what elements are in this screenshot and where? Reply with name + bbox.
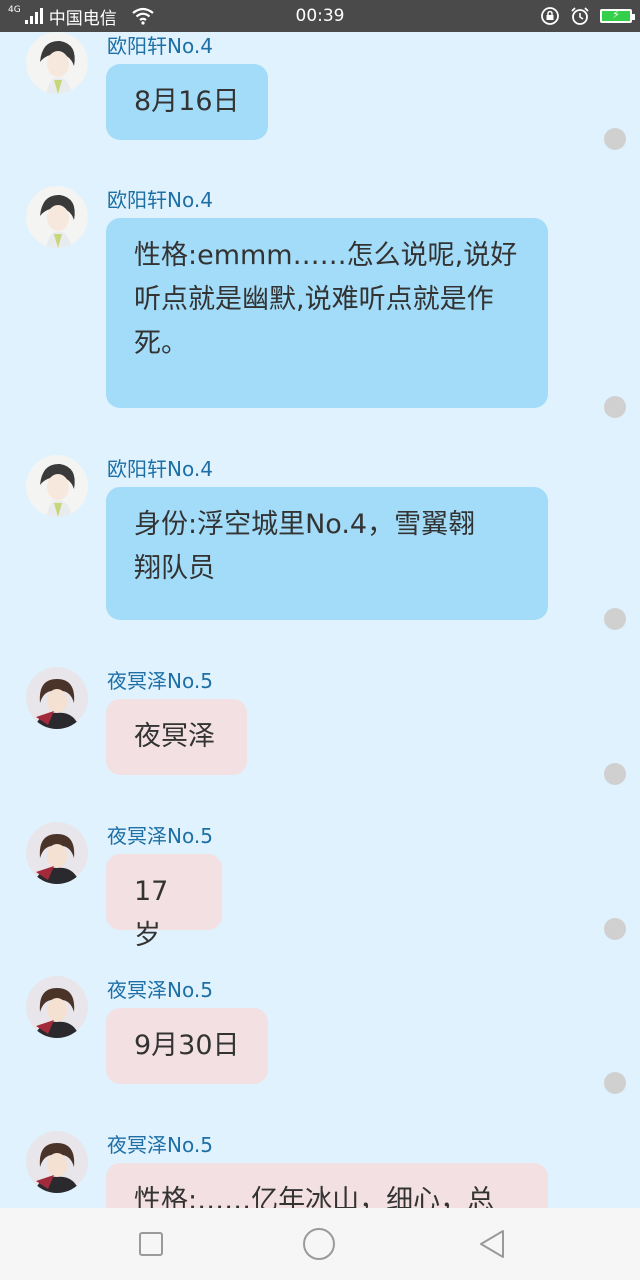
sender-name: 欧阳轩No.4: [107, 188, 213, 212]
status-dot: [604, 608, 626, 630]
sender-name: 夜冥泽No.5: [107, 824, 213, 848]
message-text: 17岁: [134, 876, 169, 951]
status-dot: [604, 763, 626, 785]
back-icon[interactable]: [478, 1229, 506, 1259]
navigation-bar: [0, 1208, 640, 1280]
home-icon[interactable]: [303, 1228, 335, 1260]
avatar[interactable]: [26, 32, 88, 94]
message-text-line: 死。: [134, 328, 188, 359]
status-dot: [604, 918, 626, 940]
message-bubble[interactable]: 9月30日: [106, 1008, 268, 1084]
avatar[interactable]: [26, 1131, 88, 1193]
sender-name: 欧阳轩No.4: [107, 457, 213, 481]
message-text-line: 翔队员: [134, 553, 215, 584]
sender-name: 夜冥泽No.5: [107, 1133, 213, 1157]
message-bubble[interactable]: 性格:emmm……怎么说呢,说好 听点就是幽默,说难听点就是作 死。: [106, 218, 548, 408]
message-text: 性格:……亿年冰山，细心，总: [134, 1185, 495, 1208]
message-text-line: 性格:emmm……怎么说呢,说好: [134, 240, 518, 271]
sender-name: 夜冥泽No.5: [107, 669, 213, 693]
chat-message-list[interactable]: 欧阳轩No.4 8月16日 欧阳轩No.4 性格:emmm……怎么说呢,说好 听…: [0, 32, 640, 1208]
recent-apps-icon[interactable]: [139, 1232, 163, 1256]
message-bubble[interactable]: 17岁: [106, 854, 222, 951]
message-text: 8月16日: [134, 86, 240, 117]
avatar[interactable]: [26, 976, 88, 1038]
message-bubble[interactable]: 夜冥泽: [106, 699, 247, 775]
battery-charging-icon: ⚡: [600, 8, 635, 23]
avatar[interactable]: [26, 667, 88, 729]
avatar[interactable]: [26, 186, 88, 248]
message-text: 夜冥泽: [134, 721, 215, 752]
status-dot: [604, 128, 626, 150]
lock-rotation-icon: [541, 7, 559, 25]
message-bubble[interactable]: 身份:浮空城里No.4，雪翼翱 翔队员: [106, 487, 548, 620]
message-text-line: 听点就是幽默,说难听点就是作: [134, 284, 494, 315]
status-dot: [604, 396, 626, 418]
status-right: ⚡: [540, 0, 635, 32]
message-text: 9月30日: [134, 1030, 240, 1061]
avatar[interactable]: [26, 455, 88, 517]
message-bubble[interactable]: 性格:……亿年冰山，细心，总: [106, 1163, 548, 1208]
sender-name: 夜冥泽No.5: [107, 978, 213, 1002]
alarm-icon: [571, 7, 589, 25]
message-text-line: 身份:浮空城里No.4，雪翼翱: [134, 509, 476, 540]
sender-name: 欧阳轩No.4: [107, 34, 213, 58]
status-dot: [604, 1072, 626, 1094]
message-bubble[interactable]: 8月16日: [106, 64, 268, 140]
avatar[interactable]: [26, 822, 88, 884]
status-bar: 4G 中国电信 00:39 ⚡: [0, 0, 640, 32]
